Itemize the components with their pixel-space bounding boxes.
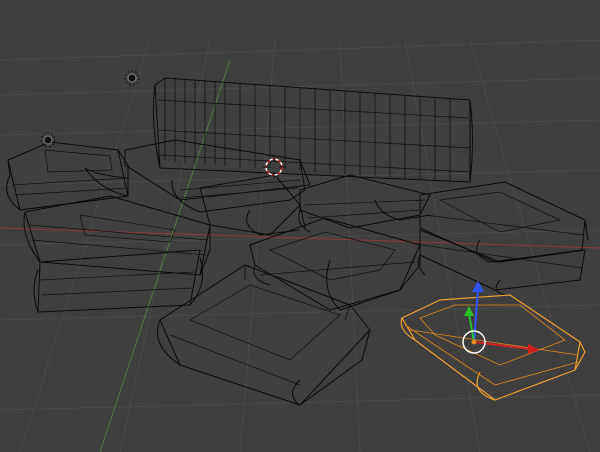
object-origin-icon — [471, 339, 477, 345]
book-left-back[interactable] — [6, 141, 129, 211]
gizmo-y-arrow-icon[interactable] — [464, 306, 474, 316]
gizmo-y-axis[interactable] — [468, 313, 475, 343]
book-center-back[interactable] — [124, 139, 311, 213]
book-left-front[interactable] — [23, 195, 211, 276]
book-right-back[interactable] — [419, 181, 589, 263]
book-center-right[interactable] — [298, 174, 431, 233]
book-left-lower[interactable] — [33, 249, 203, 313]
book-front-large[interactable] — [157, 264, 371, 406]
transform-gizmo[interactable] — [462, 281, 540, 354]
lamp-icon[interactable] — [124, 70, 140, 86]
gizmo-z-arrow-icon[interactable] — [472, 281, 484, 292]
lamp-icon[interactable] — [40, 132, 56, 148]
book-selected[interactable] — [400, 294, 586, 401]
book-center-front[interactable] — [249, 217, 421, 311]
viewport-canvas[interactable] — [0, 0, 600, 452]
book-right-middle[interactable] — [417, 229, 586, 296]
3d-viewport[interactable] — [0, 0, 600, 452]
3d-cursor-icon[interactable] — [262, 155, 286, 179]
